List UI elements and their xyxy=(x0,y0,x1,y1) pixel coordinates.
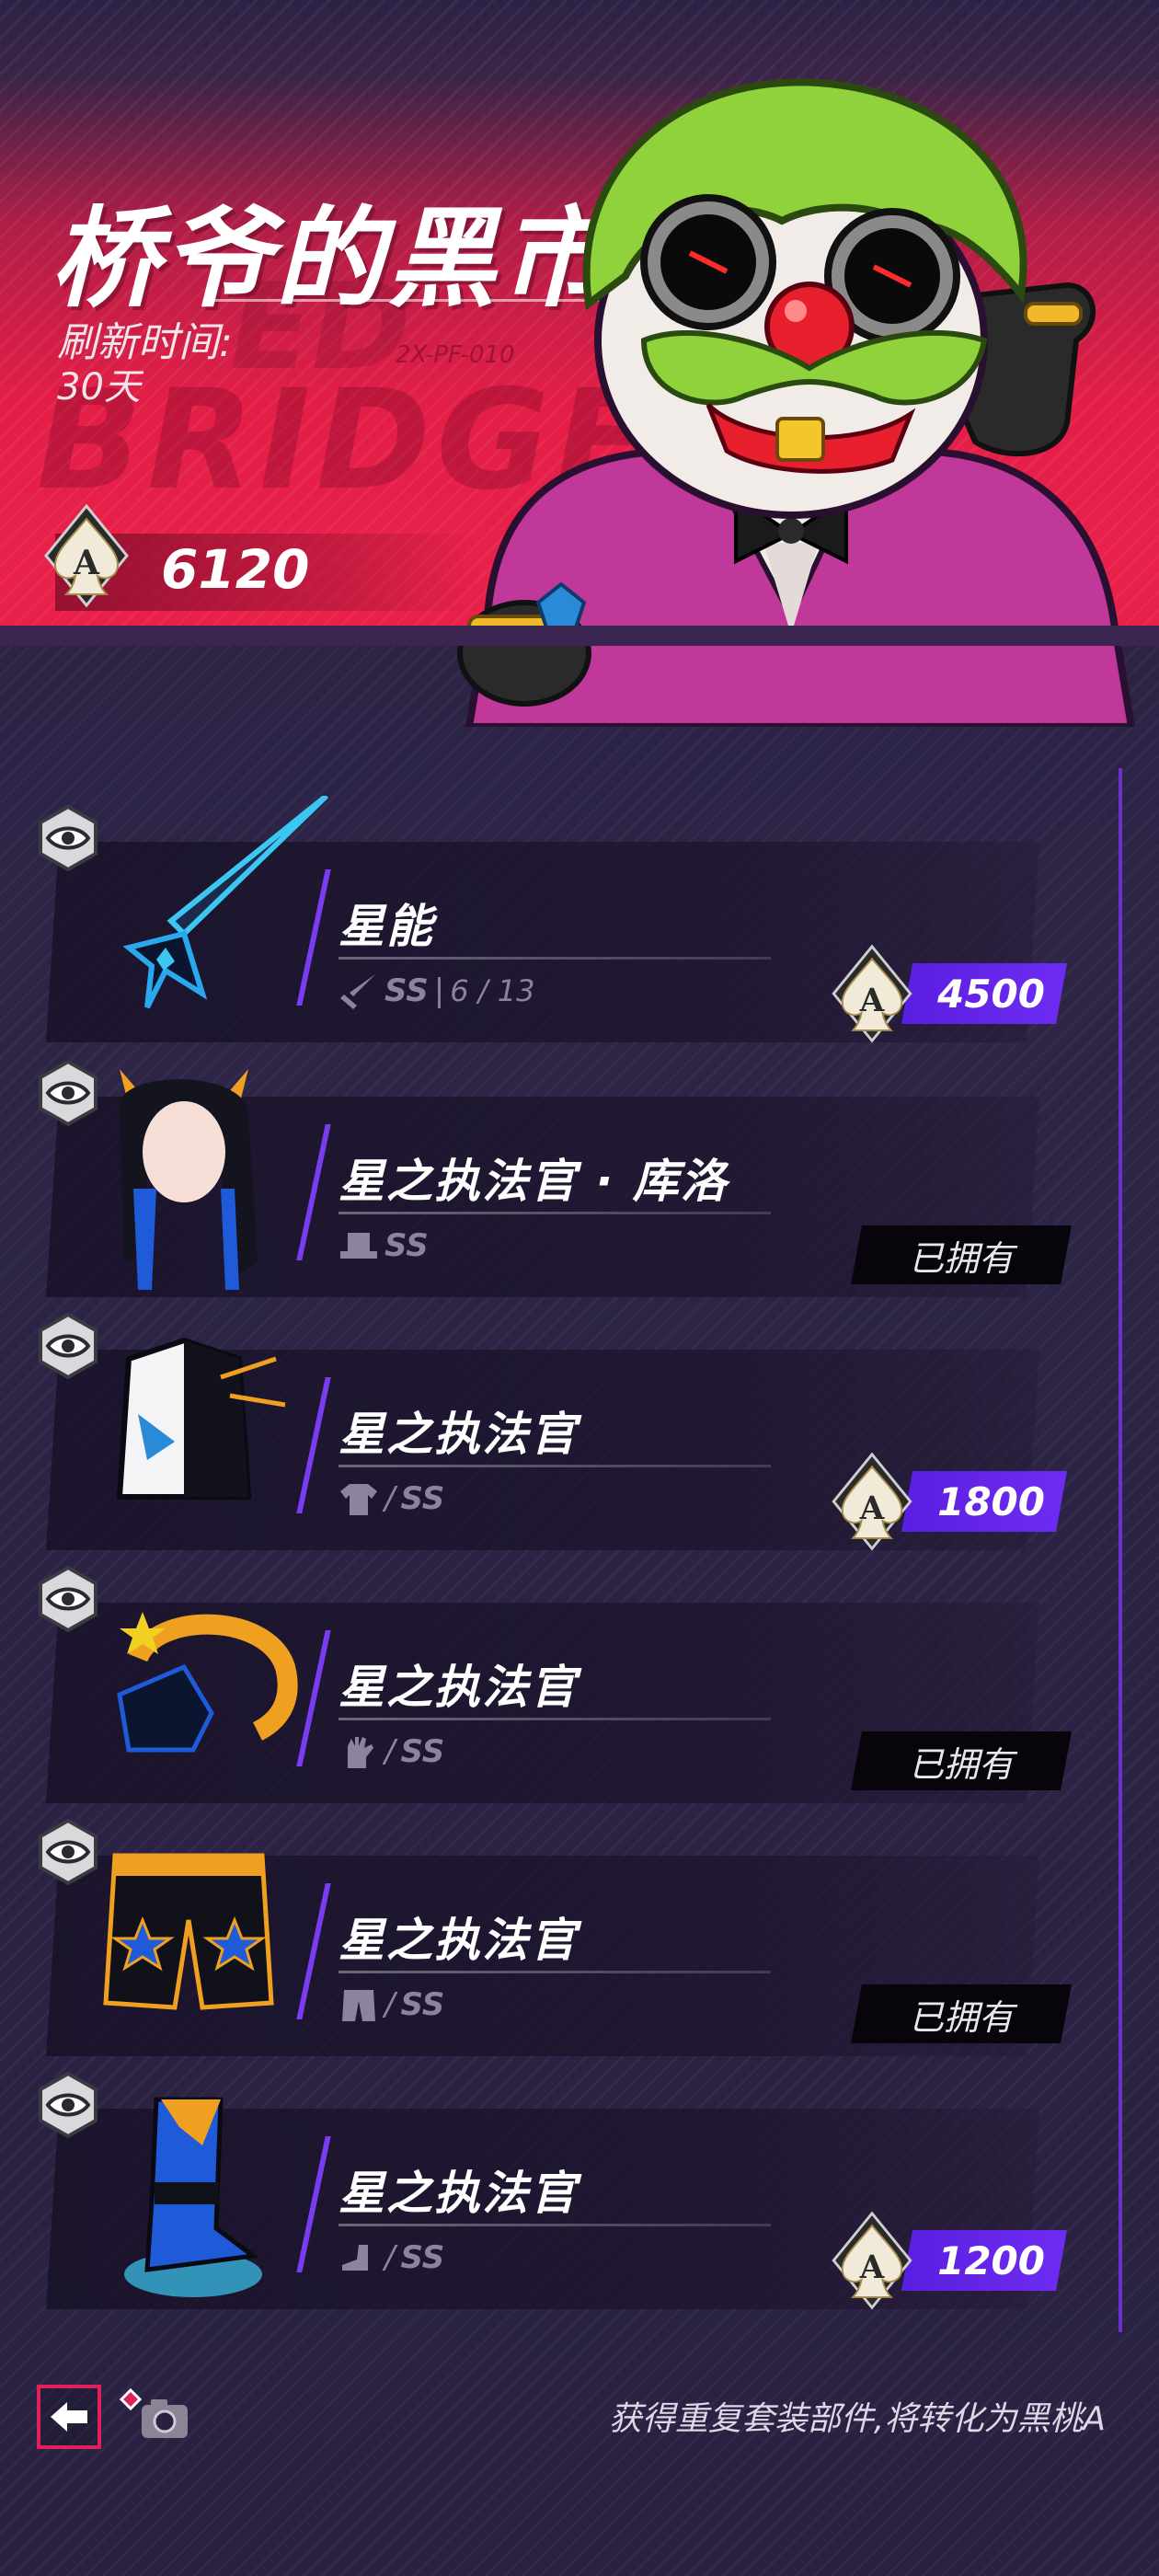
item-rank: SS xyxy=(400,1986,445,2023)
svg-text:A: A xyxy=(859,983,885,1019)
hat-icon xyxy=(340,1233,377,1259)
meta-separator: / xyxy=(384,1986,396,2023)
item-name: 星能 xyxy=(339,900,434,953)
item-underline xyxy=(339,1971,771,1973)
price-value[interactable]: 4500 xyxy=(901,963,1067,1024)
item-art-boots xyxy=(124,2097,262,2297)
meta-separator: / xyxy=(384,1733,396,1770)
price-value[interactable]: 1200 xyxy=(901,2230,1067,2291)
price-button[interactable]: 4500 A xyxy=(828,943,1076,1044)
item-rank: SS xyxy=(384,972,429,1009)
item-underline xyxy=(339,1212,771,1214)
item-art-hair xyxy=(120,1069,258,1290)
spade-ace-icon: A xyxy=(832,2211,912,2310)
item-name: 星之执法官 · 库洛 xyxy=(339,1155,729,1208)
spade-ace-icon: A xyxy=(44,503,129,608)
item-meta: / SS xyxy=(339,1733,444,1770)
meta-separator: | xyxy=(433,972,445,1009)
item-meta: / SS xyxy=(339,1986,444,2023)
shop-item[interactable]: 星之执法官 / SS 已拥有 xyxy=(0,1566,1159,1787)
svg-text:A: A xyxy=(73,544,100,582)
shop-item[interactable]: 星之执法官 / SS 1800 A xyxy=(0,1313,1159,1551)
price-button[interactable]: 1800 A xyxy=(828,1451,1076,1552)
shoe-icon xyxy=(342,2245,368,2271)
back-button[interactable] xyxy=(37,2385,101,2449)
item-rank: SS xyxy=(400,2239,445,2276)
item-art-gloves xyxy=(117,1612,298,1753)
item-progress: 6 / 13 xyxy=(450,973,535,1008)
sword-icon xyxy=(340,974,375,1009)
item-rank: SS xyxy=(400,1733,445,1770)
shop-item[interactable]: 星能 SS | 6 / 13 4500 A xyxy=(0,796,1159,1043)
item-art-sword xyxy=(122,796,329,1009)
item-art-pants xyxy=(103,1853,274,2010)
svg-text:A: A xyxy=(859,1490,885,1527)
item-rank: SS xyxy=(384,1227,429,1264)
currency-amount: 6120 xyxy=(161,538,310,601)
item-name: 星之执法官 xyxy=(339,1914,578,1967)
refresh-value: 30天 xyxy=(57,366,141,408)
shop-header: ED BRIDGE 2X-PF-010 桥爷的黑市 刷新时间: 30天 A 61… xyxy=(0,0,1159,727)
owned-badge: 已拥有 xyxy=(851,1984,1072,2043)
shirt-icon xyxy=(340,1484,377,1515)
glove-icon xyxy=(348,1737,373,1768)
item-meta: / SS xyxy=(339,2239,444,2276)
item-meta: / SS xyxy=(339,1480,444,1517)
item-underline xyxy=(339,957,771,960)
item-underline xyxy=(339,1718,771,1720)
item-name: 星之执法官 xyxy=(339,1408,578,1461)
price-button[interactable]: 1200 A xyxy=(828,2210,1076,2311)
meta-separator: / xyxy=(384,2239,396,2276)
shop-item[interactable]: 星之执法官 / SS 已拥有 xyxy=(0,1819,1159,2040)
footer-note: 获得重复套装部件,将转化为黑桃A xyxy=(608,2400,1106,2438)
svg-text:A: A xyxy=(859,2249,885,2286)
header-bottom-band xyxy=(0,626,1159,646)
item-name: 星之执法官 xyxy=(339,1661,578,1714)
item-art-top xyxy=(116,1337,286,1500)
item-meta: SS | 6 / 13 xyxy=(339,972,534,1009)
spade-ace-icon: A xyxy=(832,1452,912,1551)
price-value[interactable]: 1800 xyxy=(901,1471,1067,1532)
shop-item[interactable]: 星之执法官 / SS 1200 A xyxy=(0,2072,1159,2310)
item-rank: SS xyxy=(400,1480,445,1517)
item-name: 星之执法官 xyxy=(339,2167,578,2220)
owned-badge: 已拥有 xyxy=(851,1731,1072,1790)
item-underline xyxy=(339,2224,771,2226)
item-underline xyxy=(339,1465,771,1467)
shop-item[interactable]: 星之执法官 · 库洛 SS 已拥有 xyxy=(0,1060,1159,1281)
item-meta: SS xyxy=(339,1227,429,1264)
meta-separator: / xyxy=(384,1480,396,1517)
pants-icon xyxy=(342,1990,375,2021)
owned-badge: 已拥有 xyxy=(851,1225,1072,1284)
back-arrow-icon xyxy=(51,2402,87,2432)
spade-ace-icon: A xyxy=(832,944,912,1043)
camera-icon[interactable] xyxy=(110,2385,193,2449)
